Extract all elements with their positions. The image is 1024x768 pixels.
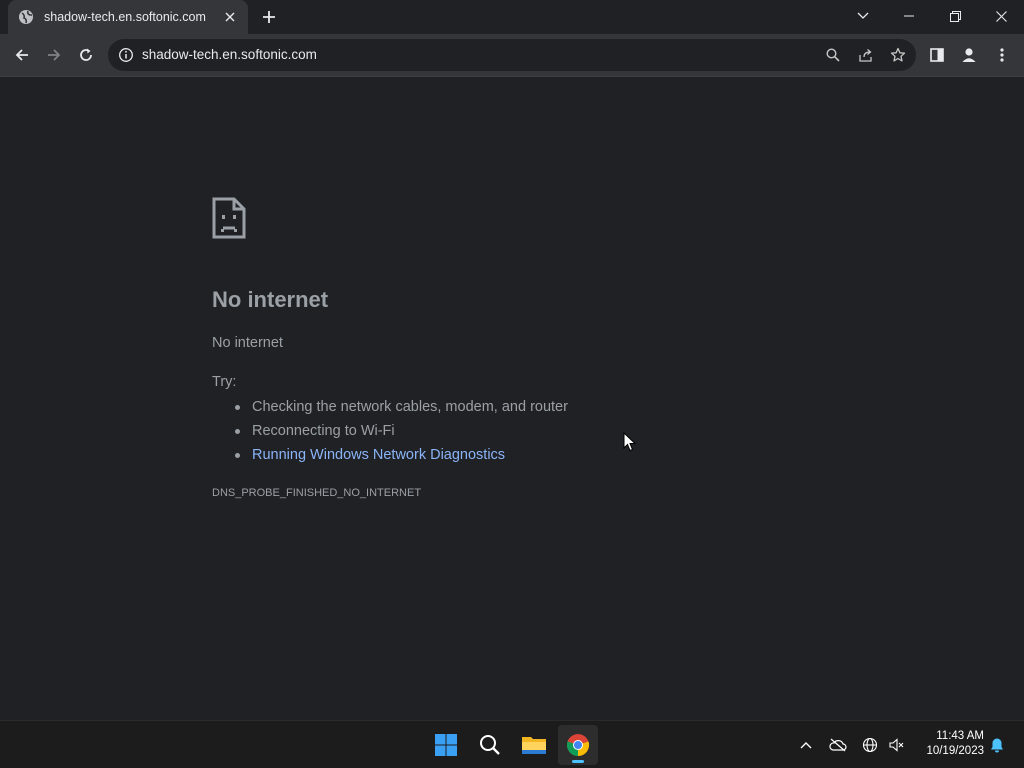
tab-title: shadow-tech.en.softonic.com <box>44 10 206 24</box>
restore-button[interactable] <box>932 0 978 32</box>
url-text: shadow-tech.en.softonic.com <box>142 47 317 62</box>
browser-tab[interactable]: shadow-tech.en.softonic.com <box>8 0 248 34</box>
list-item: Reconnecting to Wi-Fi <box>232 419 568 443</box>
menu-kebab-icon[interactable] <box>988 41 1016 69</box>
error-summary: No internet <box>212 335 283 351</box>
taskbar-search-button[interactable] <box>470 725 510 765</box>
network-diagnostics-link[interactable]: Running Windows Network Diagnostics <box>252 447 505 463</box>
list-item: Running Windows Network Diagnostics <box>232 443 568 467</box>
address-bar[interactable]: shadow-tech.en.softonic.com <box>108 39 916 71</box>
volume-muted-icon[interactable] <box>886 735 906 755</box>
reload-button[interactable] <box>72 41 100 69</box>
active-app-indicator <box>572 760 584 763</box>
error-page: No internet No internet Try: Checking th… <box>0 77 1024 720</box>
page-title: No internet <box>212 287 329 312</box>
taskbar-clock[interactable]: 11:43 AM 10/19/2023 <box>914 729 984 759</box>
bookmark-star-icon[interactable] <box>888 45 908 65</box>
chrome-taskbar-button[interactable] <box>558 725 598 765</box>
back-button[interactable] <box>8 41 36 69</box>
list-item: Checking the network cables, modem, and … <box>232 395 568 419</box>
clock-date: 10/19/2023 <box>926 745 984 757</box>
clock-time: 11:43 AM <box>936 730 984 742</box>
notification-bell-icon[interactable] <box>987 735 1007 755</box>
suggestion-cables: Checking the network cables, modem, and … <box>252 399 568 415</box>
globe-icon <box>18 9 34 25</box>
sad-page-icon <box>212 197 246 239</box>
start-icon <box>435 734 457 756</box>
forward-button[interactable] <box>40 41 68 69</box>
onedrive-offline-icon[interactable] <box>828 735 848 755</box>
suggestion-wifi: Reconnecting to Wi-Fi <box>252 423 395 439</box>
minimize-button[interactable] <box>886 0 932 32</box>
new-tab-button[interactable] <box>258 6 280 28</box>
zoom-search-icon[interactable] <box>823 45 843 65</box>
tab-search-button[interactable] <box>840 0 886 32</box>
search-icon <box>480 735 500 755</box>
profile-avatar-icon[interactable] <box>955 41 983 69</box>
start-button[interactable] <box>426 725 466 765</box>
file-explorer-icon <box>522 737 546 754</box>
mouse-cursor-icon <box>623 431 637 452</box>
error-code: DNS_PROBE_FINISHED_NO_INTERNET <box>212 487 422 499</box>
site-info-icon[interactable] <box>118 47 134 63</box>
close-window-button[interactable] <box>978 0 1024 32</box>
taskbar: 11:43 AM 10/19/2023 <box>0 720 1024 768</box>
share-icon[interactable] <box>856 45 876 65</box>
network-globe-icon[interactable] <box>860 735 880 755</box>
browser-toolbar: shadow-tech.en.softonic.com <box>0 34 1024 76</box>
side-panel-button[interactable] <box>923 41 951 69</box>
suggestion-list: Checking the network cables, modem, and … <box>232 395 568 467</box>
file-explorer-button[interactable] <box>514 725 554 765</box>
chrome-icon <box>566 734 590 757</box>
try-label: Try: <box>212 374 237 390</box>
close-tab-icon[interactable] <box>222 9 238 25</box>
title-bar: shadow-tech.en.softonic.com <box>0 0 1024 34</box>
show-hidden-icons-chevron-icon[interactable] <box>796 735 816 755</box>
